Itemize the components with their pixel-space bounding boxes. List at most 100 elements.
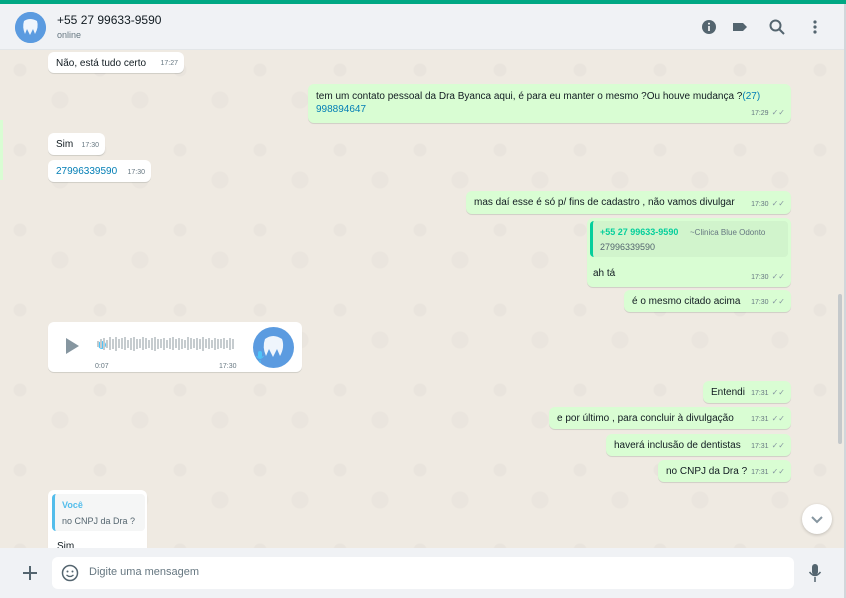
waveform-bar xyxy=(148,339,150,348)
message-time: 17:31 xyxy=(751,469,769,476)
waveform-bar xyxy=(133,336,135,351)
waveform-bar xyxy=(160,339,162,349)
play-icon[interactable] xyxy=(64,337,80,359)
waveform-bar xyxy=(217,338,219,349)
read-ticks-icon: ✓✓ xyxy=(771,272,785,281)
message-meta: 17:30 ✓✓ xyxy=(751,197,785,211)
waveform-bar xyxy=(139,339,141,349)
waveform-bar xyxy=(175,339,177,349)
message-time: 17:31 xyxy=(751,390,769,397)
attach-plus-icon[interactable] xyxy=(21,564,39,587)
quote-text: no CNPJ da Dra ? xyxy=(62,516,136,526)
contact-avatar[interactable] xyxy=(15,12,46,43)
message-time: 17:30 xyxy=(751,201,769,208)
message-outgoing[interactable]: no CNPJ da Dra ? 17:31 ✓✓ xyxy=(658,460,791,482)
message-meta: 17:30 ✓✓ xyxy=(751,270,785,284)
message-time: 17:30 xyxy=(751,299,769,306)
waveform-bar xyxy=(136,338,138,349)
message-text: no CNPJ da Dra ? xyxy=(666,466,748,477)
quoted-message[interactable]: +55 27 99633-9590 ~Clinica Blue Odonto 2… xyxy=(590,221,788,257)
message-meta: 17:31 ✓✓ xyxy=(751,412,785,426)
waveform-bar xyxy=(211,339,213,348)
search-icon[interactable] xyxy=(768,18,786,36)
composer-bar: Digite uma mensagem xyxy=(0,548,844,598)
message-list[interactable]: Não, está tudo certo 17:27 tem um contat… xyxy=(0,50,844,548)
waveform-bar xyxy=(187,337,189,351)
read-ticks-icon: ✓✓ xyxy=(771,108,785,117)
message-text: Sim xyxy=(56,139,74,150)
quote-author: +55 27 99633-9590 xyxy=(600,227,679,237)
quoted-message[interactable]: Você no CNPJ da Dra ? xyxy=(52,494,145,531)
message-meta: 17:31 ✓✓ xyxy=(751,465,785,479)
contact-name[interactable]: +55 27 99633-9590 xyxy=(57,13,161,27)
phone-link[interactable]: 27996339590 xyxy=(56,165,117,178)
waveform-bar xyxy=(169,338,171,350)
message-incoming[interactable]: 27996339590 17:30 xyxy=(48,160,151,182)
message-text: mas daí esse é só p/ fins de cadastro , … xyxy=(474,197,735,208)
read-ticks-icon: ✓✓ xyxy=(771,388,785,397)
message-text: tem um contato pessoal da Dra Byanca aqu… xyxy=(316,91,743,102)
audio-waveform[interactable] xyxy=(97,335,235,351)
message-text: ah tá xyxy=(593,268,616,279)
message-incoming-reply[interactable]: Você no CNPJ da Dra ? Sim xyxy=(48,490,147,548)
message-input-box[interactable]: Digite uma mensagem xyxy=(52,557,794,589)
contact-status: online xyxy=(57,30,82,40)
message-time: 17:29 xyxy=(751,110,769,117)
waveform-bar xyxy=(157,338,159,349)
waveform-bar xyxy=(166,339,168,348)
quote-alias: ~Clinica Blue Odonto xyxy=(690,228,766,237)
message-outgoing[interactable]: haverá inclusão de dentistas 17:31 ✓✓ xyxy=(606,434,791,456)
message-incoming[interactable]: Sim 17:30 xyxy=(48,133,105,155)
message-outgoing[interactable]: é o mesmo citado acima 17:30 ✓✓ xyxy=(624,290,791,312)
waveform-bar xyxy=(106,339,108,348)
waveform-bar xyxy=(184,339,186,348)
info-icon[interactable] xyxy=(700,18,718,36)
waveform-bar xyxy=(199,338,201,349)
audio-duration: 0:07 xyxy=(95,363,109,370)
message-meta: 17:29 ✓✓ xyxy=(751,106,785,120)
message-time: 17:31 xyxy=(751,443,769,450)
waveform-bar xyxy=(196,337,198,350)
message-input-placeholder[interactable]: Digite uma mensagem xyxy=(89,566,199,578)
scrollbar-thumb[interactable] xyxy=(838,294,842,444)
waveform-bar xyxy=(178,337,180,350)
waveform-bar xyxy=(205,339,207,349)
message-text: e por último , para concluir à divulgaçã… xyxy=(557,413,734,424)
scroll-to-bottom-button[interactable] xyxy=(802,504,832,534)
microphone-icon xyxy=(255,350,265,368)
read-ticks-icon: ✓✓ xyxy=(771,467,785,476)
message-outgoing[interactable]: Entendi 17:31 ✓✓ xyxy=(703,381,791,403)
emoji-icon[interactable] xyxy=(61,564,79,587)
waveform-bar xyxy=(100,339,102,349)
read-ticks-icon: ✓✓ xyxy=(771,199,785,208)
waveform-bar xyxy=(208,338,210,350)
message-meta: 17:31 ✓✓ xyxy=(751,386,785,400)
waveform-bar xyxy=(229,337,231,350)
quote-text: 27996339590 xyxy=(600,242,656,252)
message-outgoing[interactable]: tem um contato pessoal da Dra Byanca aqu… xyxy=(308,84,791,123)
waveform-bar xyxy=(163,337,165,350)
quote-author: Você xyxy=(62,500,83,510)
waveform-bar xyxy=(121,338,123,350)
waveform-bar xyxy=(214,337,216,350)
label-icon[interactable] xyxy=(731,18,749,36)
read-ticks-icon: ✓✓ xyxy=(771,414,785,423)
message-content: tem um contato pessoal da Dra Byanca aqu… xyxy=(316,90,786,116)
message-outgoing[interactable]: mas daí esse é só p/ fins de cadastro , … xyxy=(466,191,791,214)
message-incoming[interactable]: Não, está tudo certo 17:27 xyxy=(48,52,184,73)
waveform-bar xyxy=(115,336,117,351)
microphone-icon[interactable] xyxy=(808,563,822,588)
message-outgoing-reply[interactable]: +55 27 99633-9590 ~Clinica Blue Odonto 2… xyxy=(587,218,791,287)
message-outgoing[interactable]: e por último , para concluir à divulgaçã… xyxy=(549,407,791,429)
message-text: Sim xyxy=(57,541,75,548)
message-time: 17:31 xyxy=(751,416,769,423)
chat-header[interactable]: +55 27 99633-9590 online xyxy=(0,4,844,50)
waveform-bar xyxy=(190,338,192,350)
waveform-bar xyxy=(142,337,144,351)
waveform-bar xyxy=(223,338,225,350)
waveform-bar xyxy=(124,337,126,351)
menu-icon[interactable] xyxy=(806,18,824,36)
waveform-bar xyxy=(118,339,120,349)
waveform-bar xyxy=(232,338,234,349)
waveform-bar xyxy=(193,339,195,349)
